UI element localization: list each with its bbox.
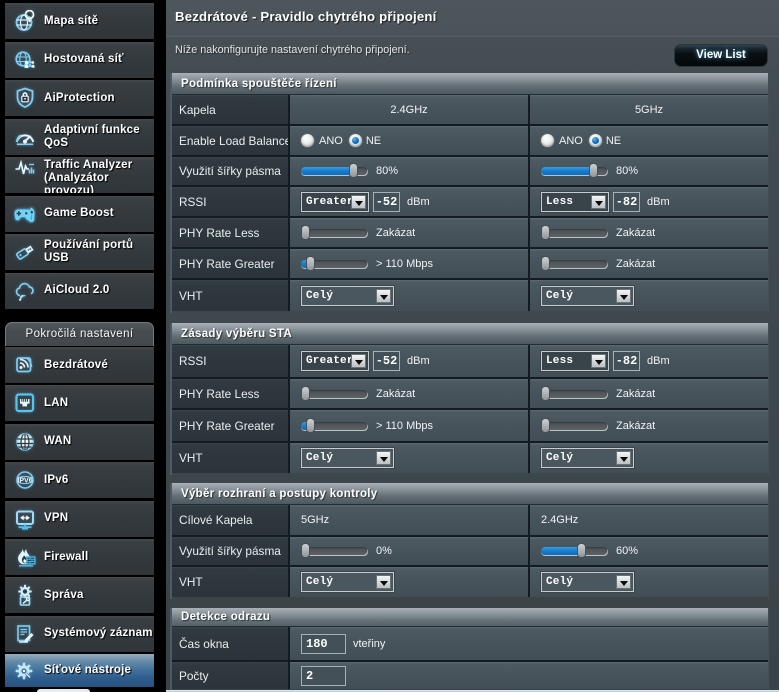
svg-text:IPV6: IPV6	[17, 478, 32, 485]
